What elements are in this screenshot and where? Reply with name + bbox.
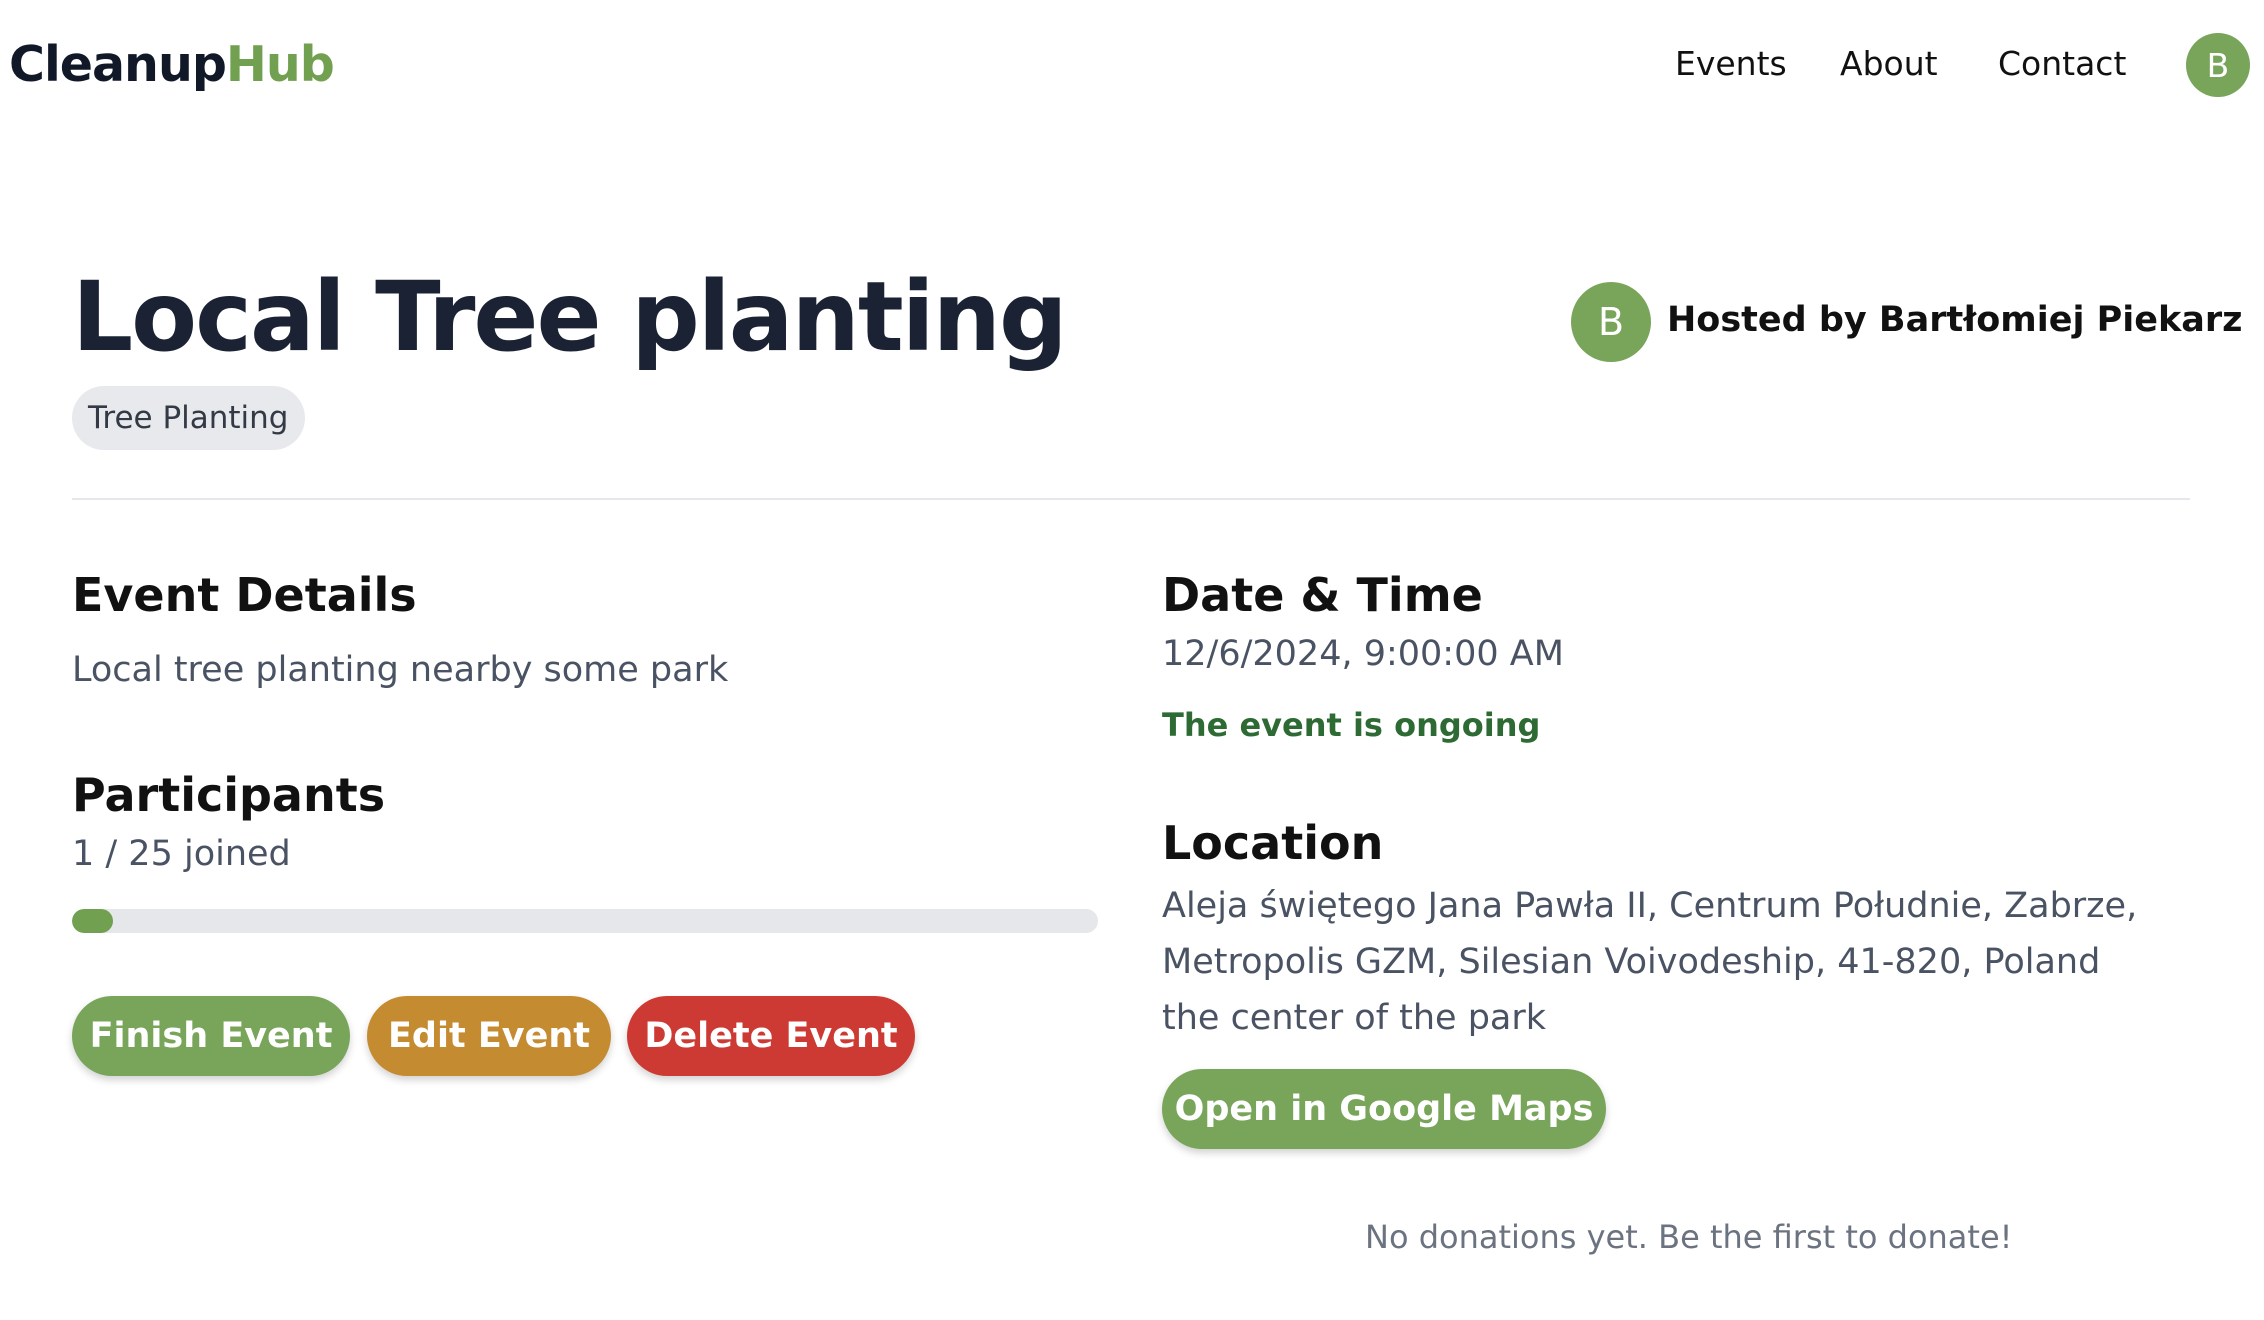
event-category-badge: Tree Planting <box>72 386 305 450</box>
brand-name-accent: Hub <box>225 36 335 93</box>
address-line-2: Metropolis GZM, Silesian Voivodeship, 41… <box>1162 942 2101 982</box>
location-address: Aleja świętego Jana Pawła II, Centrum Po… <box>1162 878 2137 1046</box>
event-title: Local Tree planting <box>72 261 1068 373</box>
date-time-heading: Date & Time <box>1162 568 1483 622</box>
host-label: Hosted by Bartłomiej Piekarz <box>1667 300 2243 340</box>
open-google-maps-button[interactable]: Open in Google Maps <box>1162 1069 1606 1149</box>
finish-event-button[interactable]: Finish Event <box>72 996 350 1076</box>
nav-about-link[interactable]: About <box>1840 44 1938 83</box>
edit-event-button[interactable]: Edit Event <box>367 996 611 1076</box>
brand-name-main: Cleanup <box>9 36 227 93</box>
event-datetime: 12/6/2024, 9:00:00 AM <box>1162 634 1564 674</box>
donations-empty-message: No donations yet. Be the first to donate… <box>1365 1218 2013 1256</box>
event-status: The event is ongoing <box>1162 706 1541 744</box>
brand-logo[interactable]: CleanupHub <box>9 36 335 93</box>
host-avatar: B <box>1571 282 1651 362</box>
participants-heading: Participants <box>72 768 386 822</box>
address-line-3: the center of the park <box>1162 998 1547 1038</box>
participants-count: 1 / 25 joined <box>72 834 291 874</box>
nav-contact-link[interactable]: Contact <box>1998 44 2126 83</box>
event-details-heading: Event Details <box>72 568 417 622</box>
address-line-1: Aleja świętego Jana Pawła II, Centrum Po… <box>1162 886 2138 926</box>
participants-progress-fill <box>72 909 114 933</box>
participants-progress-bar <box>72 909 1098 933</box>
location-heading: Location <box>1162 816 1384 870</box>
nav-events-link[interactable]: Events <box>1675 44 1787 83</box>
user-avatar[interactable]: B <box>2186 33 2250 97</box>
event-description: Local tree planting nearby some park <box>72 650 729 690</box>
delete-event-button[interactable]: Delete Event <box>627 996 915 1076</box>
section-divider <box>72 498 2190 500</box>
